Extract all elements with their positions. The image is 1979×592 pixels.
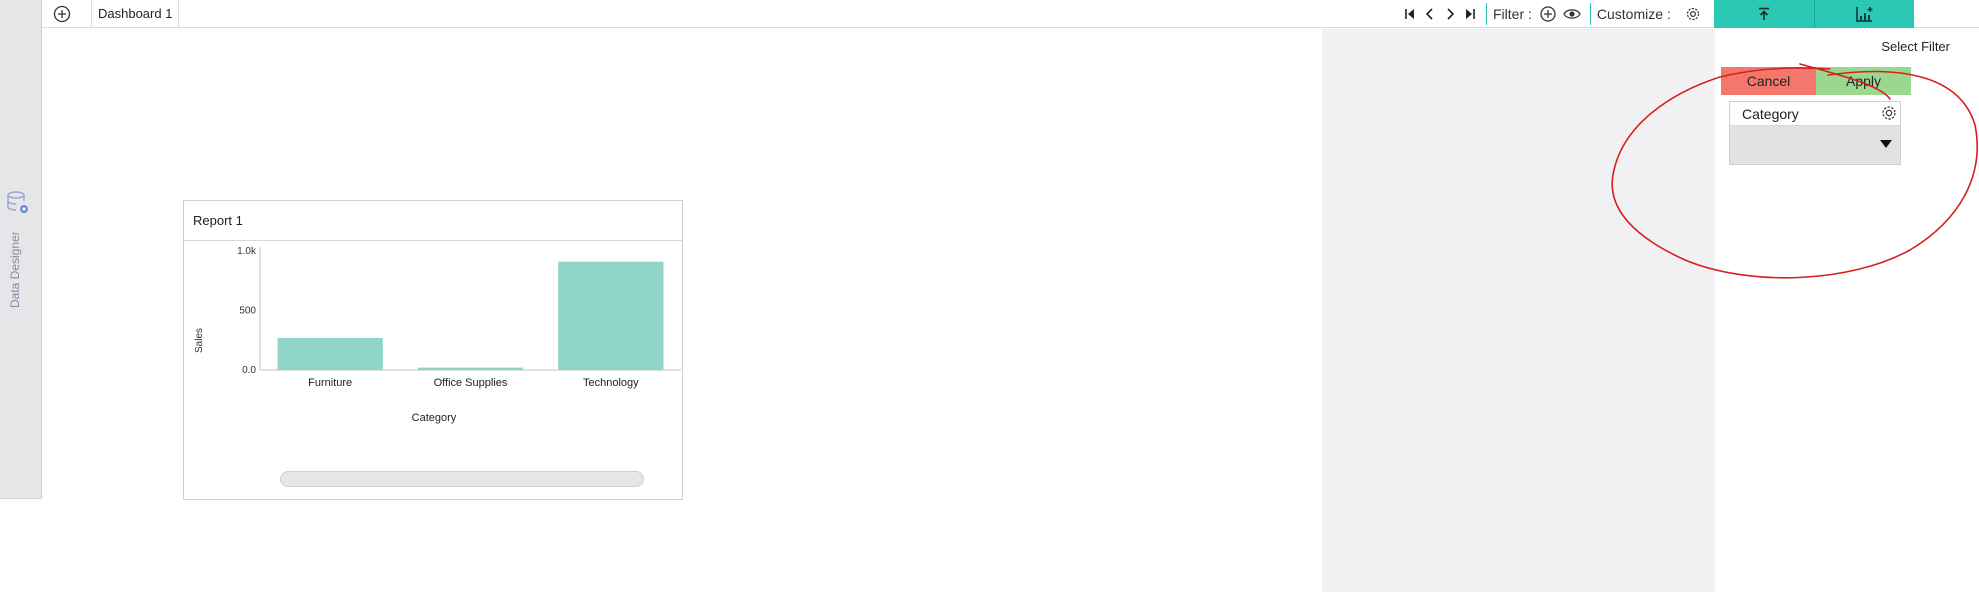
x-axis-title: Category — [412, 412, 457, 424]
filter-card-label: Category — [1742, 106, 1799, 122]
bar-furniture — [277, 337, 383, 370]
y-tick-label: 0.0 — [242, 365, 256, 376]
top-bar: Dashboard 1 Filter : Customize: — [42, 0, 1979, 28]
first-page-icon[interactable] — [1400, 0, 1420, 28]
bar-technology — [558, 261, 664, 370]
filter-label: Filter : — [1493, 6, 1532, 22]
last-page-icon[interactable] — [1460, 0, 1480, 28]
chevron-down-icon — [1880, 140, 1892, 148]
data-designer-label[interactable]: Data Designer — [8, 231, 22, 308]
toolbar-nav-group: Filter : Customize : — [1400, 0, 1705, 28]
filter-settings-icon[interactable] — [1880, 104, 1898, 122]
y-axis-title: Sales — [194, 328, 205, 353]
left-rail: Data Designer — [0, 0, 42, 592]
customize-label: Customize : — [1596, 6, 1671, 22]
next-page-icon[interactable] — [1440, 0, 1460, 28]
report-title: Report 1 — [184, 201, 682, 241]
gear-icon[interactable] — [1681, 0, 1705, 28]
add-chart-button[interactable] — [1814, 0, 1914, 28]
app-root: Data Designer Dashboard 1 Filter : Custo… — [0, 0, 1979, 592]
x-tick-label: Office Supplies — [434, 377, 508, 389]
filter-card-header: Category — [1730, 102, 1900, 126]
y-tick-label: 1.0k — [237, 246, 257, 257]
cancel-button[interactable]: Cancel — [1721, 67, 1816, 95]
bar-office-supplies — [417, 367, 524, 370]
filter-card-category: Category — [1729, 101, 1901, 165]
left-rail-footer — [0, 498, 42, 592]
apply-button[interactable]: Apply — [1816, 67, 1911, 95]
toolbar-separator — [1486, 3, 1487, 25]
prev-page-icon[interactable] — [1420, 0, 1440, 28]
data-designer-icon[interactable] — [6, 190, 30, 216]
chart-scrollbar[interactable] — [280, 471, 644, 487]
y-tick-label: 500 — [239, 306, 256, 317]
eye-icon[interactable] — [1560, 0, 1584, 28]
add-filter-icon[interactable] — [1536, 0, 1560, 28]
upload-icon — [1759, 7, 1769, 20]
add-chart-icon — [1855, 7, 1872, 22]
add-circle-icon[interactable] — [52, 4, 72, 24]
x-tick-label: Furniture — [308, 377, 352, 389]
report-widget[interactable]: Report 1 0.0 500 1.0k Furniture Office Suppl… — [183, 200, 683, 500]
bar-chart[interactable]: 0.0 500 1.0k Furniture Office Supplies Techno… — [184, 242, 682, 462]
category-select[interactable] — [1730, 126, 1900, 164]
filter-panel-title: Select Filter — [1881, 39, 1950, 54]
canvas-gutter — [1322, 29, 1715, 592]
x-tick-label: Technology — [583, 377, 639, 389]
tab-dashboard-1[interactable]: Dashboard 1 — [91, 0, 180, 28]
upload-button[interactable] — [1714, 0, 1814, 28]
toolbar-separator — [1589, 3, 1591, 25]
